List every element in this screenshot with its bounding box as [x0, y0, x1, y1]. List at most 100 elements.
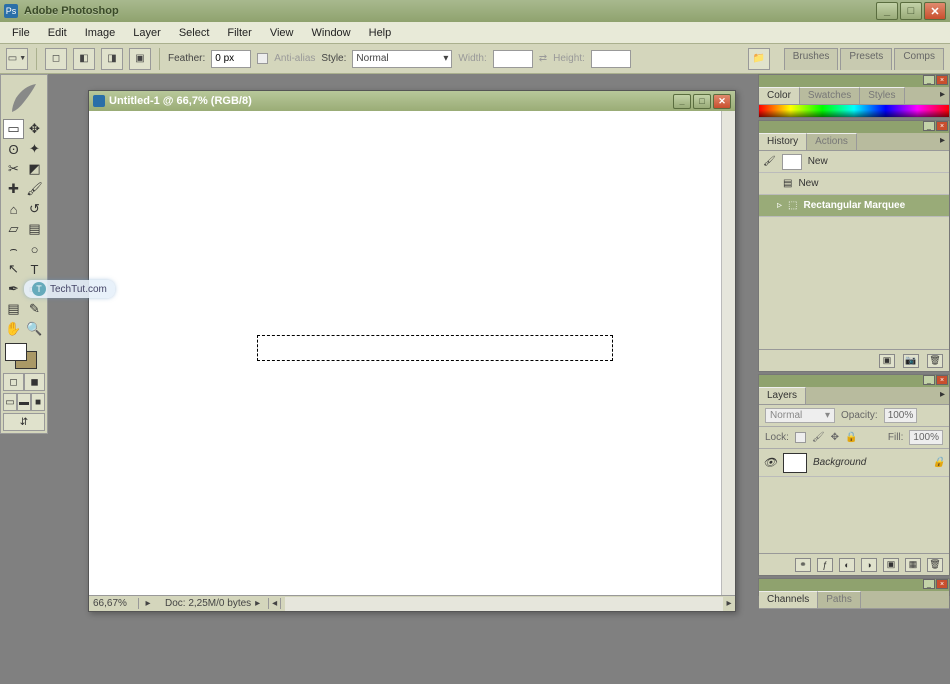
panel-close-button[interactable]: × [936, 579, 948, 589]
doc-minimize-button[interactable]: _ [673, 94, 691, 109]
menu-window[interactable]: Window [304, 25, 359, 41]
canvas[interactable] [89, 111, 721, 595]
lock-all-icon[interactable]: 🔒 [845, 432, 857, 443]
marquee-tool[interactable]: ▭ [3, 119, 24, 139]
new-layer-button[interactable]: ▦ [905, 558, 921, 572]
panel-close-button[interactable]: × [936, 375, 948, 385]
delete-state-button[interactable]: 🗑 [927, 354, 943, 368]
fill-value[interactable]: 100% [909, 430, 943, 445]
eyedropper-tool[interactable]: ✎ [24, 299, 45, 319]
screen-full-menu-button[interactable]: ▬ [17, 393, 31, 411]
palette-tab-presets[interactable]: Presets [840, 48, 892, 70]
notes-tool[interactable]: ▤ [3, 299, 24, 319]
layer-row[interactable]: 👁 Background 🔒 [759, 449, 949, 477]
panel-minimize-button[interactable]: _ [923, 579, 935, 589]
selection-new-button[interactable]: ◻ [45, 48, 67, 70]
opacity-value[interactable]: 100% [884, 408, 918, 423]
wand-tool[interactable]: ✦ [24, 139, 45, 159]
menu-layer[interactable]: Layer [125, 25, 169, 41]
tab-swatches[interactable]: Swatches [800, 87, 860, 104]
history-brush-tool[interactable]: ↺ [24, 199, 45, 219]
menu-edit[interactable]: Edit [40, 25, 75, 41]
menu-file[interactable]: File [4, 25, 38, 41]
screen-full-button[interactable]: ■ [31, 393, 45, 411]
doc-close-button[interactable]: ✕ [713, 94, 731, 109]
scroll-left-button[interactable]: ◂ [269, 598, 281, 609]
panel-minimize-button[interactable]: _ [923, 375, 935, 385]
menu-view[interactable]: View [262, 25, 302, 41]
panel-close-button[interactable]: × [936, 75, 948, 85]
tab-color[interactable]: Color [759, 87, 800, 104]
layer-style-button[interactable]: ƒ [817, 558, 833, 572]
panel-close-button[interactable]: × [936, 121, 948, 131]
tab-actions[interactable]: Actions [807, 133, 857, 150]
palette-tab-brushes[interactable]: Brushes [784, 48, 839, 70]
link-layers-button[interactable]: ⚭ [795, 558, 811, 572]
history-snapshot-row[interactable]: 🖌 New [759, 151, 949, 173]
quickmask-mode-button[interactable]: ◼ [24, 373, 45, 391]
palette-tab-comps[interactable]: Comps [894, 48, 944, 70]
status-icon[interactable]: ▸ [139, 598, 157, 609]
minimize-button[interactable]: _ [876, 2, 898, 20]
foreground-color-swatch[interactable] [5, 343, 27, 361]
color-swatches[interactable] [3, 343, 45, 371]
tab-styles[interactable]: Styles [860, 87, 904, 104]
blend-mode-select[interactable]: Normal▾ [765, 408, 835, 423]
marquee-selection[interactable] [257, 335, 613, 361]
group-button[interactable]: ▣ [883, 558, 899, 572]
pen-tool[interactable]: ✒ [3, 279, 24, 299]
dodge-tool[interactable]: ○ [24, 239, 45, 259]
lasso-tool[interactable]: ʘ [3, 139, 24, 159]
scroll-right-button[interactable]: ▸ [723, 598, 735, 609]
visibility-toggle-icon[interactable]: 👁 [763, 456, 777, 469]
path-select-tool[interactable]: ↖ [3, 259, 24, 279]
color-spectrum[interactable] [759, 105, 949, 117]
document-titlebar[interactable]: Untitled-1 @ 66,7% (RGB/8) _ □ ✕ [89, 91, 735, 111]
standard-mode-button[interactable]: ◻ [3, 373, 24, 391]
horizontal-scrollbar[interactable] [285, 597, 723, 611]
slice-tool[interactable]: ◩ [24, 159, 45, 179]
panel-menu-icon[interactable]: ▸ [936, 133, 949, 150]
menu-image[interactable]: Image [77, 25, 124, 41]
lock-transparent-button[interactable] [795, 432, 806, 443]
tab-channels[interactable]: Channels [759, 591, 818, 608]
imageready-button[interactable]: ⇵ [3, 413, 45, 431]
selection-subtract-button[interactable]: ◨ [101, 48, 123, 70]
hand-tool[interactable]: ✋ [3, 319, 24, 339]
maximize-button[interactable]: □ [900, 2, 922, 20]
tab-paths[interactable]: Paths [818, 591, 861, 608]
gradient-tool[interactable]: ▤ [24, 219, 45, 239]
layer-thumbnail[interactable] [783, 453, 807, 473]
style-select[interactable]: Normal▾ [352, 50, 452, 68]
lock-move-icon[interactable]: ✥ [831, 432, 839, 443]
move-tool[interactable]: ✥ [24, 119, 45, 139]
blur-tool[interactable]: ⌢ [3, 239, 24, 259]
history-row[interactable]: ▤ New [759, 173, 949, 195]
healing-tool[interactable]: ✚ [3, 179, 24, 199]
tab-layers[interactable]: Layers [759, 387, 806, 404]
menu-help[interactable]: Help [361, 25, 400, 41]
brush-tool[interactable]: 🖌 [24, 179, 45, 199]
new-snapshot-button[interactable]: 📷 [903, 354, 919, 368]
marquee-preset-button[interactable]: ▭▼ [6, 48, 28, 70]
adjustment-layer-button[interactable]: ◑ [861, 558, 877, 572]
menu-select[interactable]: Select [171, 25, 218, 41]
history-row-selected[interactable]: ▹ ⬚ Rectangular Marquee [759, 195, 949, 217]
delete-layer-button[interactable]: 🗑 [927, 558, 943, 572]
selection-intersect-button[interactable]: ▣ [129, 48, 151, 70]
crop-tool[interactable]: ✂ [3, 159, 24, 179]
zoom-tool[interactable]: 🔍 [24, 319, 45, 339]
new-doc-from-state-button[interactable]: ▣ [879, 354, 895, 368]
feather-input[interactable] [211, 50, 251, 68]
close-button[interactable]: ✕ [924, 2, 946, 20]
panel-menu-icon[interactable]: ▸ [936, 87, 949, 104]
layer-name[interactable]: Background [813, 457, 866, 468]
lock-brush-icon[interactable]: 🖌 [812, 432, 825, 443]
stamp-tool[interactable]: ⌂ [3, 199, 24, 219]
panel-minimize-button[interactable]: _ [923, 121, 935, 131]
eraser-tool[interactable]: ▱ [3, 219, 24, 239]
bridge-button[interactable]: 📁 [748, 48, 770, 70]
layer-mask-button[interactable]: ◐ [839, 558, 855, 572]
zoom-field[interactable]: 66,67% [89, 598, 139, 609]
menu-filter[interactable]: Filter [219, 25, 259, 41]
